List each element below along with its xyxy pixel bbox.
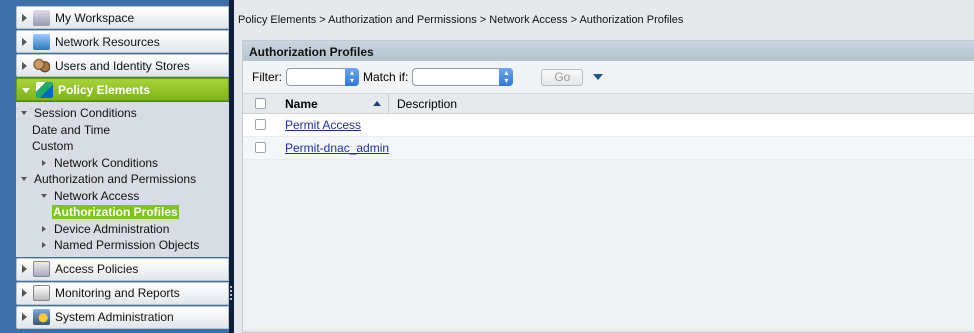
profile-link-permit-access[interactable]: Permit Access — [285, 118, 361, 132]
tree-label: Authorization and Permissions — [34, 172, 197, 187]
match-if-select[interactable]: ▴ ▾ — [412, 68, 514, 86]
tree-item-date-and-time[interactable]: Date and Time — [16, 122, 229, 139]
filter-select[interactable]: ▴ ▾ — [286, 68, 359, 86]
users-icon — [33, 57, 50, 74]
panel-title: Authorization Profiles — [243, 41, 974, 61]
expand-arrow-icon — [22, 289, 27, 297]
drawer-label: Monitoring and Reports — [55, 286, 180, 300]
drawer-access-policies[interactable]: Access Policies — [16, 257, 229, 281]
tree-label: Network Access — [54, 188, 140, 203]
table-row[interactable]: Permit-dnac_admin — [243, 137, 974, 160]
system-administration-icon — [33, 309, 50, 325]
profile-link-permit-dnac-admin[interactable]: Permit-dnac_admin — [285, 141, 389, 155]
row-checkbox[interactable] — [255, 142, 266, 153]
tree-item-authorization-permissions[interactable]: Authorization and Permissions — [16, 171, 229, 188]
match-if-label: Match if: — [363, 70, 409, 84]
collapse-arrow-icon[interactable] — [40, 194, 48, 198]
expand-arrow-icon — [22, 265, 27, 273]
table-row[interactable]: Permit Access — [243, 114, 974, 137]
policy-elements-icon — [36, 81, 53, 98]
expand-arrow-icon — [22, 37, 27, 46]
tree-label: Custom — [32, 139, 74, 154]
table-header: Name Description — [243, 94, 974, 114]
select-all-checkbox[interactable] — [255, 98, 266, 109]
collapse-arrow-icon[interactable] — [20, 177, 28, 181]
access-policies-icon — [33, 261, 50, 277]
breadcrumb: Policy Elements > Authorization and Perm… — [234, 0, 974, 38]
drawer-network-resources[interactable]: Network Resources — [16, 30, 229, 53]
drawer-label: System Administration — [55, 310, 174, 324]
tree-item-named-permission-objects[interactable]: Named Permission Objects — [16, 237, 229, 254]
tree-item-session-conditions[interactable]: Session Conditions — [16, 105, 229, 122]
filter-options-dropdown-icon[interactable] — [593, 74, 604, 80]
drawer-my-workspace[interactable]: My Workspace — [16, 6, 229, 29]
drawer-users-identity-stores[interactable]: Users and Identity Stores — [16, 54, 229, 77]
table-empty-area — [243, 160, 974, 330]
authorization-profiles-panel: Authorization Profiles Filter: ▴ ▾ Match … — [242, 40, 974, 333]
sort-ascending-icon[interactable] — [373, 101, 381, 106]
expand-arrow-icon — [22, 13, 27, 22]
tree-label: Device Administration — [54, 221, 170, 236]
column-header-description[interactable]: Description — [397, 97, 457, 111]
workspace-icon — [33, 9, 50, 26]
drawer-label: Network Resources — [55, 34, 160, 49]
main-content: Policy Elements > Authorization and Perm… — [234, 0, 974, 333]
expand-arrow-icon — [22, 313, 27, 321]
expand-arrow-icon[interactable] — [40, 160, 48, 166]
tree-label: Named Permission Objects — [54, 238, 200, 253]
collapse-arrow-icon — [22, 88, 30, 93]
drawer-label: Access Policies — [55, 262, 139, 276]
drawer-label: My Workspace — [55, 10, 135, 25]
collapse-arrow-icon[interactable] — [20, 111, 28, 115]
expand-arrow-icon[interactable] — [40, 226, 48, 232]
filter-label: Filter: — [252, 70, 282, 84]
tree-label: Network Conditions — [54, 155, 159, 170]
monitoring-reports-icon — [33, 285, 50, 301]
tree-item-network-access[interactable]: Network Access — [16, 188, 229, 205]
select-arrows-icon[interactable]: ▴ ▾ — [499, 68, 514, 86]
network-resources-icon — [33, 33, 50, 50]
expand-arrow-icon — [22, 61, 27, 70]
drawer-monitoring-reports[interactable]: Monitoring and Reports — [16, 281, 229, 305]
sidebar: My Workspace Network Resources Users and… — [0, 0, 229, 333]
tree-label-selected: Authorization Profiles — [52, 205, 179, 220]
tree-item-custom[interactable]: Custom — [16, 138, 229, 155]
tree-item-network-conditions[interactable]: Network Conditions — [16, 155, 229, 172]
tree-label: Session Conditions — [34, 106, 137, 121]
tree-label: Date and Time — [32, 122, 111, 137]
expand-arrow-icon[interactable] — [40, 242, 48, 248]
column-header-name[interactable]: Name — [285, 97, 318, 111]
drawer-system-administration[interactable]: System Administration — [16, 305, 229, 329]
go-button[interactable]: Go — [541, 68, 584, 86]
tree-item-device-administration[interactable]: Device Administration — [16, 221, 229, 238]
select-arrows-icon[interactable]: ▴ ▾ — [345, 68, 359, 86]
drawer-label: Users and Identity Stores — [55, 58, 190, 73]
column-divider[interactable] — [388, 94, 389, 114]
drawer-label: Policy Elements — [58, 82, 151, 97]
filter-bar: Filter: ▴ ▾ Match if: ▴ ▾ Go — [243, 61, 974, 94]
splitter-grip-icon[interactable] — [230, 286, 232, 300]
policy-elements-tree: Session Conditions Date and Time Custom … — [16, 102, 229, 257]
tree-item-authorization-profiles[interactable]: Authorization Profiles — [16, 204, 229, 221]
drawer-policy-elements[interactable]: Policy Elements — [16, 78, 229, 101]
row-checkbox[interactable] — [255, 119, 266, 130]
